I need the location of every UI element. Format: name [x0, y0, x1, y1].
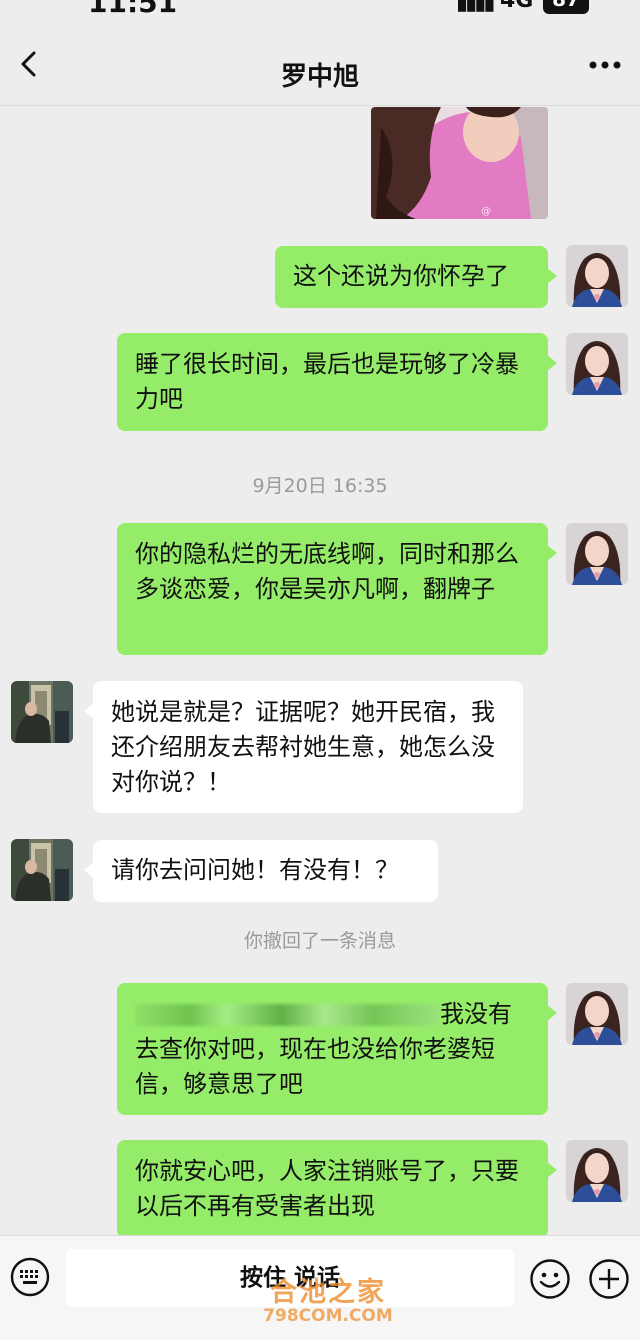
- status-bar: 11:51 ▮▮▮▮ 4G 87: [0, 0, 640, 20]
- message-bubble-received[interactable]: 请你去问问她！有没有！？: [84, 840, 438, 902]
- battery-icon: 87: [543, 0, 589, 14]
- contact-avatar[interactable]: [11, 839, 73, 901]
- my-avatar[interactable]: [566, 983, 628, 1045]
- status-time: 11:51: [88, 0, 178, 19]
- message-bubble-sent[interactable]: 睡了很长时间，最后也是玩够了冷暴力吧: [117, 333, 557, 431]
- message-bubble-sent[interactable]: 这个还说为你怀孕了: [275, 246, 557, 308]
- network-type: 4G: [500, 0, 534, 13]
- svg-text:@: @: [481, 206, 491, 217]
- watermark-logo: 合池之家: [270, 1277, 386, 1308]
- message-bubble-sent[interactable]: 我没有去查你对吧，现在也没给你老婆短信，够意思了吧: [117, 983, 557, 1115]
- plus-icon[interactable]: [588, 1258, 630, 1300]
- emoji-icon[interactable]: [529, 1258, 571, 1300]
- chat-header: 罗中旭: [0, 20, 640, 106]
- timestamp: 9月20日 16:35: [252, 475, 388, 497]
- message-bubble-sent[interactable]: 你就安心吧，人家注销账号了，只要以后不再有受害者出现: [117, 1140, 557, 1235]
- chat-list[interactable]: @ 这个还说为你怀孕了 睡了很长时间，最后也是玩够了冷暴力吧 9月20日 16:…: [0, 107, 640, 1235]
- my-avatar[interactable]: [566, 333, 628, 395]
- chat-title: 罗中旭: [280, 62, 359, 92]
- blurred-text: [135, 1004, 440, 1026]
- recall-notice: 你撤回了一条消息: [243, 930, 396, 952]
- keyboard-icon[interactable]: [10, 1257, 50, 1297]
- message-bubble-sent[interactable]: 你的隐私烂的无底线啊，同时和那么多谈恋爱，你是吴亦凡啊，翻牌子: [117, 523, 557, 655]
- more-options-icon[interactable]: [588, 60, 622, 70]
- watermark-url: 798COM.COM: [263, 1306, 393, 1326]
- image-message[interactable]: @: [371, 107, 548, 219]
- my-avatar[interactable]: [566, 245, 628, 307]
- signal-icon: ▮▮▮▮: [456, 0, 495, 15]
- contact-avatar[interactable]: [11, 681, 73, 743]
- my-avatar[interactable]: [566, 1140, 628, 1202]
- my-avatar[interactable]: [566, 523, 628, 585]
- message-bubble-received[interactable]: 她说是就是？证据呢？她开民宿，我还介绍朋友去帮衬她生意，她怎么没对你说？！: [84, 681, 523, 813]
